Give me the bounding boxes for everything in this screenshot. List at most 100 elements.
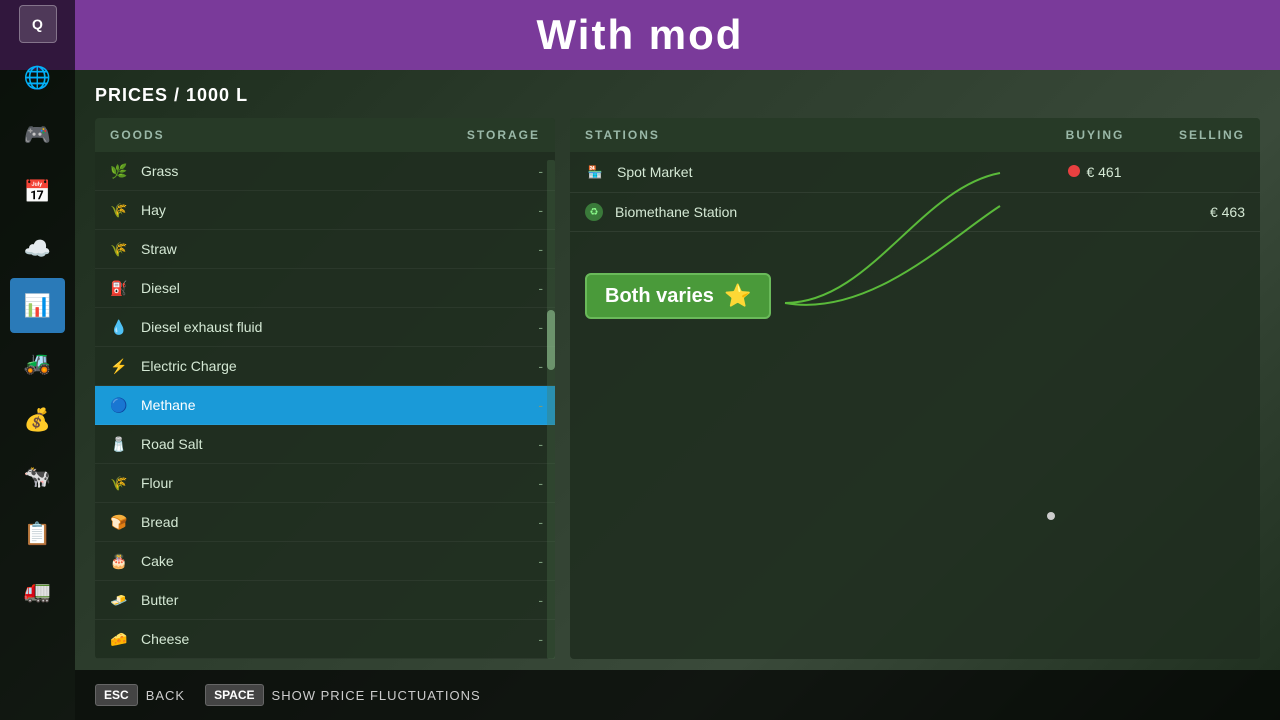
goods-name: Straw xyxy=(141,241,538,257)
space-key: SPACE xyxy=(205,684,263,706)
station-name: Biomethane Station xyxy=(615,204,1045,220)
chart-icon: 📊 xyxy=(24,293,51,319)
goods-item-cake[interactable]: 🎂 Cake - xyxy=(95,542,555,581)
spotmarket-icon: 🏪 xyxy=(585,162,605,182)
goods-name: Flour xyxy=(141,475,538,491)
goods-storage: - xyxy=(538,358,543,374)
goods-name: Cake xyxy=(141,553,538,569)
goods-item-straw[interactable]: 🌾 Straw - xyxy=(95,230,555,269)
methane-icon: 🔵 xyxy=(107,393,131,417)
goods-item-roadsalt[interactable]: 🧂 Road Salt - xyxy=(95,425,555,464)
sidebar-item-steering[interactable]: 🎮 xyxy=(10,107,65,162)
goods-panel: GOODS STORAGE 🌿 Grass - 🌾 Hay - xyxy=(95,118,555,659)
sidebar-item-weather[interactable]: ☁️ xyxy=(10,221,65,276)
goods-name: Road Salt xyxy=(141,436,538,452)
money-icon: 💰 xyxy=(24,407,51,433)
butter-icon: 🧈 xyxy=(107,588,131,612)
goods-name: Diesel exhaust fluid xyxy=(141,319,538,335)
goods-list: 🌿 Grass - 🌾 Hay - 🌾 Straw - xyxy=(95,152,555,659)
top-bar: With mod xyxy=(0,0,1280,70)
goods-storage: - xyxy=(538,475,543,491)
goods-storage: - xyxy=(538,631,543,647)
station-selling: € 463 xyxy=(1145,204,1245,220)
goods-item-electric[interactable]: ⚡ Electric Charge - xyxy=(95,347,555,386)
left-sidebar: Q 🌐 🎮 📅 ☁️ 📊 🚜 💰 🐄 📋 🚛 xyxy=(0,0,75,720)
electric-icon: ⚡ xyxy=(107,354,131,378)
goods-storage: - xyxy=(538,436,543,452)
goods-storage: - xyxy=(538,280,543,296)
goods-name: Methane xyxy=(141,397,538,413)
station-row-spotmarket[interactable]: 🏪 Spot Market € 461 xyxy=(570,152,1260,193)
red-dot-indicator xyxy=(1068,165,1080,177)
both-varies-badge: Both varies ⭐ xyxy=(585,273,771,319)
goods-name: Butter xyxy=(141,592,538,608)
sidebar-item-chart[interactable]: 📊 xyxy=(10,278,65,333)
bread-icon: 🍞 xyxy=(107,510,131,534)
sidebar-q-button[interactable]: Q xyxy=(19,5,57,43)
sidebar-item-notes[interactable]: 📋 xyxy=(10,506,65,561)
sidebar-item-calendar[interactable]: 📅 xyxy=(10,164,65,219)
goods-column-header: GOODS xyxy=(110,128,467,142)
back-label: BACK xyxy=(146,688,185,703)
goods-item-hay[interactable]: 🌾 Hay - xyxy=(95,191,555,230)
panels-row: GOODS STORAGE 🌿 Grass - 🌾 Hay - xyxy=(95,118,1260,659)
steering-icon: 🎮 xyxy=(24,122,51,148)
calendar-icon: 📅 xyxy=(24,179,51,205)
goods-panel-wrapper: GOODS STORAGE 🌿 Grass - 🌾 Hay - xyxy=(95,118,555,659)
goods-item-methane[interactable]: 🔵 Methane - xyxy=(95,386,555,425)
sidebar-item-tractor[interactable]: 🚜 xyxy=(10,335,65,390)
fluctuations-key-group: SPACE SHOW PRICE FLUCTUATIONS xyxy=(205,684,481,706)
storage-column-header: STORAGE xyxy=(467,128,540,142)
biomethane-icon: ♻ xyxy=(585,203,603,221)
goods-name: Cheese xyxy=(141,631,538,647)
globe-icon: 🌐 xyxy=(24,65,51,91)
notes-icon: 📋 xyxy=(24,521,51,547)
cow-icon: 🐄 xyxy=(24,464,51,490)
goods-storage: - xyxy=(538,241,543,257)
fluctuations-label: SHOW PRICE FLUCTUATIONS xyxy=(272,688,481,703)
goods-item-def[interactable]: 💧 Diesel exhaust fluid - xyxy=(95,308,555,347)
star-icon: ⭐ xyxy=(724,283,751,309)
diesel-icon: ⛽ xyxy=(107,276,131,300)
scrollbar[interactable] xyxy=(547,160,555,659)
goods-storage: - xyxy=(538,397,543,413)
goods-storage: - xyxy=(538,202,543,218)
goods-name: Hay xyxy=(141,202,538,218)
stations-panel: STATIONS BUYING SELLING 🏪 Spot Market € … xyxy=(570,118,1260,659)
stations-header: STATIONS BUYING SELLING xyxy=(570,118,1260,152)
goods-item-flour[interactable]: 🌾 Flour - xyxy=(95,464,555,503)
grass-icon: 🌿 xyxy=(107,159,131,183)
hay-icon: 🌾 xyxy=(107,198,131,222)
goods-item-bread[interactable]: 🍞 Bread - xyxy=(95,503,555,542)
goods-storage: - xyxy=(538,163,543,179)
goods-item-diesel[interactable]: ⛽ Diesel - xyxy=(95,269,555,308)
sidebar-item-transport[interactable]: 🚛 xyxy=(10,563,65,618)
esc-key: ESC xyxy=(95,684,138,706)
main-content: PRICES / 1000 L GOODS STORAGE 🌿 Grass - … xyxy=(75,70,1280,670)
goods-storage: - xyxy=(538,319,543,335)
buying-column-header: BUYING xyxy=(1045,128,1145,142)
sidebar-item-money[interactable]: 💰 xyxy=(10,392,65,447)
weather-icon: ☁️ xyxy=(24,236,51,262)
goods-item-butter[interactable]: 🧈 Butter - xyxy=(95,581,555,620)
scroll-thumb xyxy=(547,310,555,370)
page-heading: With mod xyxy=(537,11,744,59)
goods-item-grass[interactable]: 🌿 Grass - xyxy=(95,152,555,191)
station-name: Spot Market xyxy=(617,164,1045,180)
page-title: PRICES / 1000 L xyxy=(95,85,1260,106)
cake-icon: 🎂 xyxy=(107,549,131,573)
goods-name: Diesel xyxy=(141,280,538,296)
sidebar-item-globe[interactable]: 🌐 xyxy=(10,50,65,105)
station-row-biomethane[interactable]: ♻ Biomethane Station € 463 xyxy=(570,193,1260,232)
flour-icon: 🌾 xyxy=(107,471,131,495)
goods-item-cheese[interactable]: 🧀 Cheese - xyxy=(95,620,555,659)
stations-column-header: STATIONS xyxy=(585,128,1045,142)
sidebar-item-cow[interactable]: 🐄 xyxy=(10,449,65,504)
goods-storage: - xyxy=(538,514,543,530)
back-key-group: ESC BACK xyxy=(95,684,185,706)
both-varies-text: Both varies xyxy=(605,285,714,308)
straw-icon: 🌾 xyxy=(107,237,131,261)
bottom-bar: ESC BACK SPACE SHOW PRICE FLUCTUATIONS xyxy=(75,670,1280,720)
station-buying: € 461 xyxy=(1045,164,1145,180)
goods-name: Electric Charge xyxy=(141,358,538,374)
